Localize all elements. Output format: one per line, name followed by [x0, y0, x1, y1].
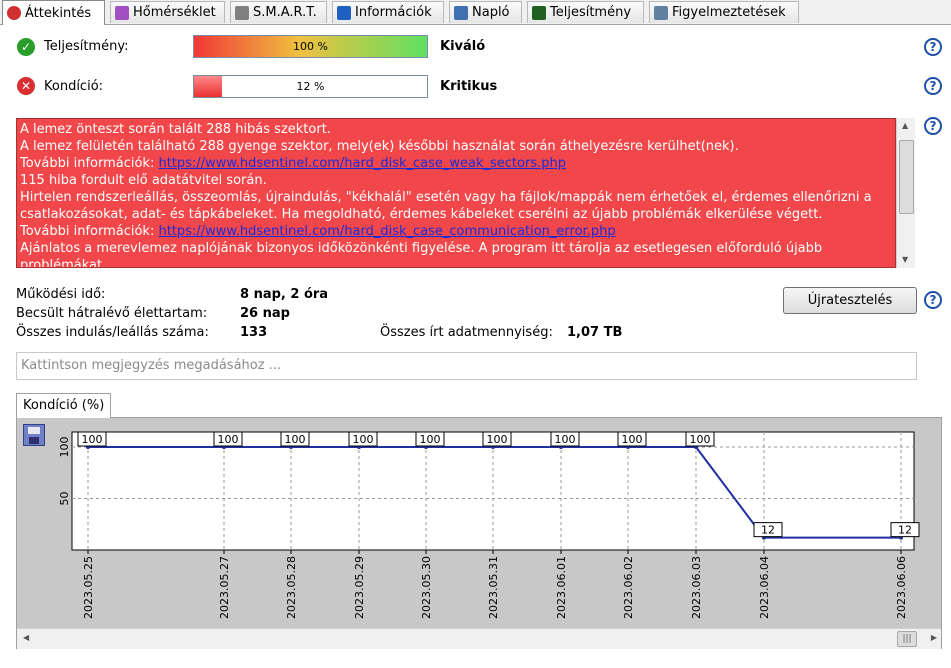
- tab-label: S.M.A.R.T.: [253, 5, 317, 20]
- retest-button[interactable]: Újratesztelés: [783, 287, 917, 314]
- x-tick-label: 2023.05.25: [82, 556, 95, 619]
- data-label: 100: [622, 433, 643, 446]
- scroll-thumb[interactable]: |||: [897, 631, 917, 647]
- starts-label: Összes indulás/leállás száma:: [16, 325, 209, 340]
- tab-label: Teljesítmény: [550, 5, 632, 20]
- tab-label: Napló: [472, 5, 510, 20]
- condition-rating: Kritikus: [440, 79, 498, 94]
- x-tick-label: 2023.06.03: [690, 556, 703, 619]
- data-label: 100: [218, 433, 239, 446]
- tab-2[interactable]: Hőmérséklet: [110, 1, 225, 23]
- performance-icon: [532, 5, 546, 20]
- data-label: 12: [761, 524, 775, 537]
- error-icon: [7, 6, 21, 20]
- weak-sectors-link[interactable]: https://www.hdsentinel.com/hard_disk_cas…: [158, 156, 565, 171]
- tab-4[interactable]: Információk: [332, 1, 444, 23]
- log-icon: [454, 5, 468, 20]
- smart-icon: [235, 5, 249, 20]
- written-label: Összes írt adatmennyiség:: [380, 325, 553, 340]
- more-info-line: További információk: https://www.hdsenti…: [20, 155, 892, 172]
- help-icon[interactable]: ?: [924, 291, 942, 309]
- data-label: 100: [690, 433, 711, 446]
- message-line: A lemez felületén található 288 gyenge s…: [20, 139, 739, 154]
- tab-condition-chart[interactable]: Kondíció (%): [16, 393, 112, 418]
- y-tick-label: 50: [58, 492, 71, 506]
- uptime-label: Működési idő:: [16, 287, 106, 302]
- data-label: 100: [82, 433, 103, 446]
- condition-chart: 50 100 100 100 100 100 100 100 100 100 100 12 12 2023…: [58, 431, 920, 619]
- alerts-icon: [654, 5, 668, 20]
- tab-7[interactable]: Figyelmeztetések: [649, 1, 799, 23]
- info-icon: [337, 5, 351, 20]
- more-info-label: További információk:: [20, 156, 155, 171]
- message-line: Ajánlatos a merevlemez naplójának bizony…: [20, 241, 823, 256]
- data-label: 100: [285, 433, 306, 446]
- data-label: 100: [487, 433, 508, 446]
- x-tick-label: 2023.06.02: [622, 556, 635, 619]
- message-line: Hirtelen rendszerleállás, összeomlás, új…: [20, 190, 872, 205]
- scroll-thumb[interactable]: [899, 140, 914, 214]
- x-tick-label: 2023.06.01: [555, 556, 568, 619]
- x-tick-label: 2023.05.29: [353, 556, 366, 619]
- data-label: 100: [420, 433, 441, 446]
- condition-label: Kondíció:: [44, 79, 104, 94]
- x-tick-label: 2023.05.27: [218, 556, 231, 619]
- ok-icon: ✓: [17, 38, 35, 56]
- y-tick-label: 100: [58, 437, 71, 458]
- chart-scrollbar[interactable]: ◀ ||| ▶: [17, 628, 941, 649]
- thermometer-icon: [115, 5, 129, 20]
- tab-label: Információk: [355, 5, 432, 20]
- message-line: A lemez önteszt során talált 288 hibás s…: [20, 122, 331, 137]
- condition-bar-text: 12 %: [296, 80, 325, 93]
- message-line: csatlakozásokat, adat- és tápkábeleket. …: [20, 207, 823, 222]
- lifetime-label: Becsült hátralévő élettartam:: [16, 306, 208, 321]
- tab-6[interactable]: Teljesítmény: [527, 1, 644, 23]
- uptime-value: 8 nap, 2 óra: [240, 287, 329, 302]
- data-label: 12: [898, 524, 912, 537]
- x-tick-label: 2023.06.06: [895, 556, 908, 619]
- problem-description: A lemez önteszt során talált 288 hibás s…: [16, 118, 896, 268]
- more-info-label: További információk:: [20, 224, 155, 239]
- communication-error-link[interactable]: https://www.hdsentinel.com/hard_disk_cas…: [158, 224, 615, 239]
- performance-label: Teljesítmény:: [44, 39, 129, 54]
- lifetime-value: 26 nap: [240, 306, 290, 321]
- scroll-down-arrow[interactable]: ▼: [902, 255, 908, 264]
- x-tick-label: 2023.05.31: [487, 556, 500, 619]
- error-icon: ✕: [17, 77, 35, 95]
- tab-1[interactable]: Áttekintés: [2, 0, 105, 25]
- x-tick-label: 2023.05.28: [285, 556, 298, 619]
- performance-rating: Kiváló: [440, 39, 486, 54]
- performance-bar: 100 %: [193, 35, 428, 58]
- x-tick-label: 2023.05.30: [420, 556, 433, 619]
- data-label: 100: [353, 433, 374, 446]
- note-input[interactable]: Kattintson megjegyzés megadásához ...: [16, 352, 917, 380]
- tab-3[interactable]: S.M.A.R.T.: [230, 1, 327, 23]
- help-icon[interactable]: ?: [924, 117, 942, 135]
- help-icon[interactable]: ?: [924, 38, 942, 56]
- tab-label: Áttekintés: [25, 5, 92, 21]
- help-icon[interactable]: ?: [924, 77, 942, 95]
- plot-area: [71, 431, 915, 551]
- performance-bar-text: 100 %: [293, 40, 328, 53]
- written-value: 1,07 TB: [567, 325, 623, 340]
- tab-label: Figyelmeztetések: [672, 5, 786, 20]
- tab-label: Hőmérséklet: [133, 5, 216, 20]
- message-line: 115 hiba fordult elő adatátvitel során.: [20, 173, 267, 188]
- data-label: 100: [555, 433, 576, 446]
- tab-5[interactable]: Napló: [449, 1, 522, 23]
- scroll-left-arrow[interactable]: ◀: [23, 633, 29, 642]
- message-scrollbar[interactable]: ▲ ▼: [896, 118, 915, 268]
- x-tick-label: 2023.06.04: [758, 556, 771, 619]
- message-line: problémákat.: [20, 258, 107, 268]
- more-info-line: További információk: https://www.hdsenti…: [20, 223, 892, 240]
- condition-bar: 12 %: [193, 75, 428, 98]
- scroll-right-arrow[interactable]: ▶: [931, 633, 937, 642]
- starts-value: 133: [240, 325, 268, 340]
- scroll-up-arrow[interactable]: ▲: [902, 121, 908, 130]
